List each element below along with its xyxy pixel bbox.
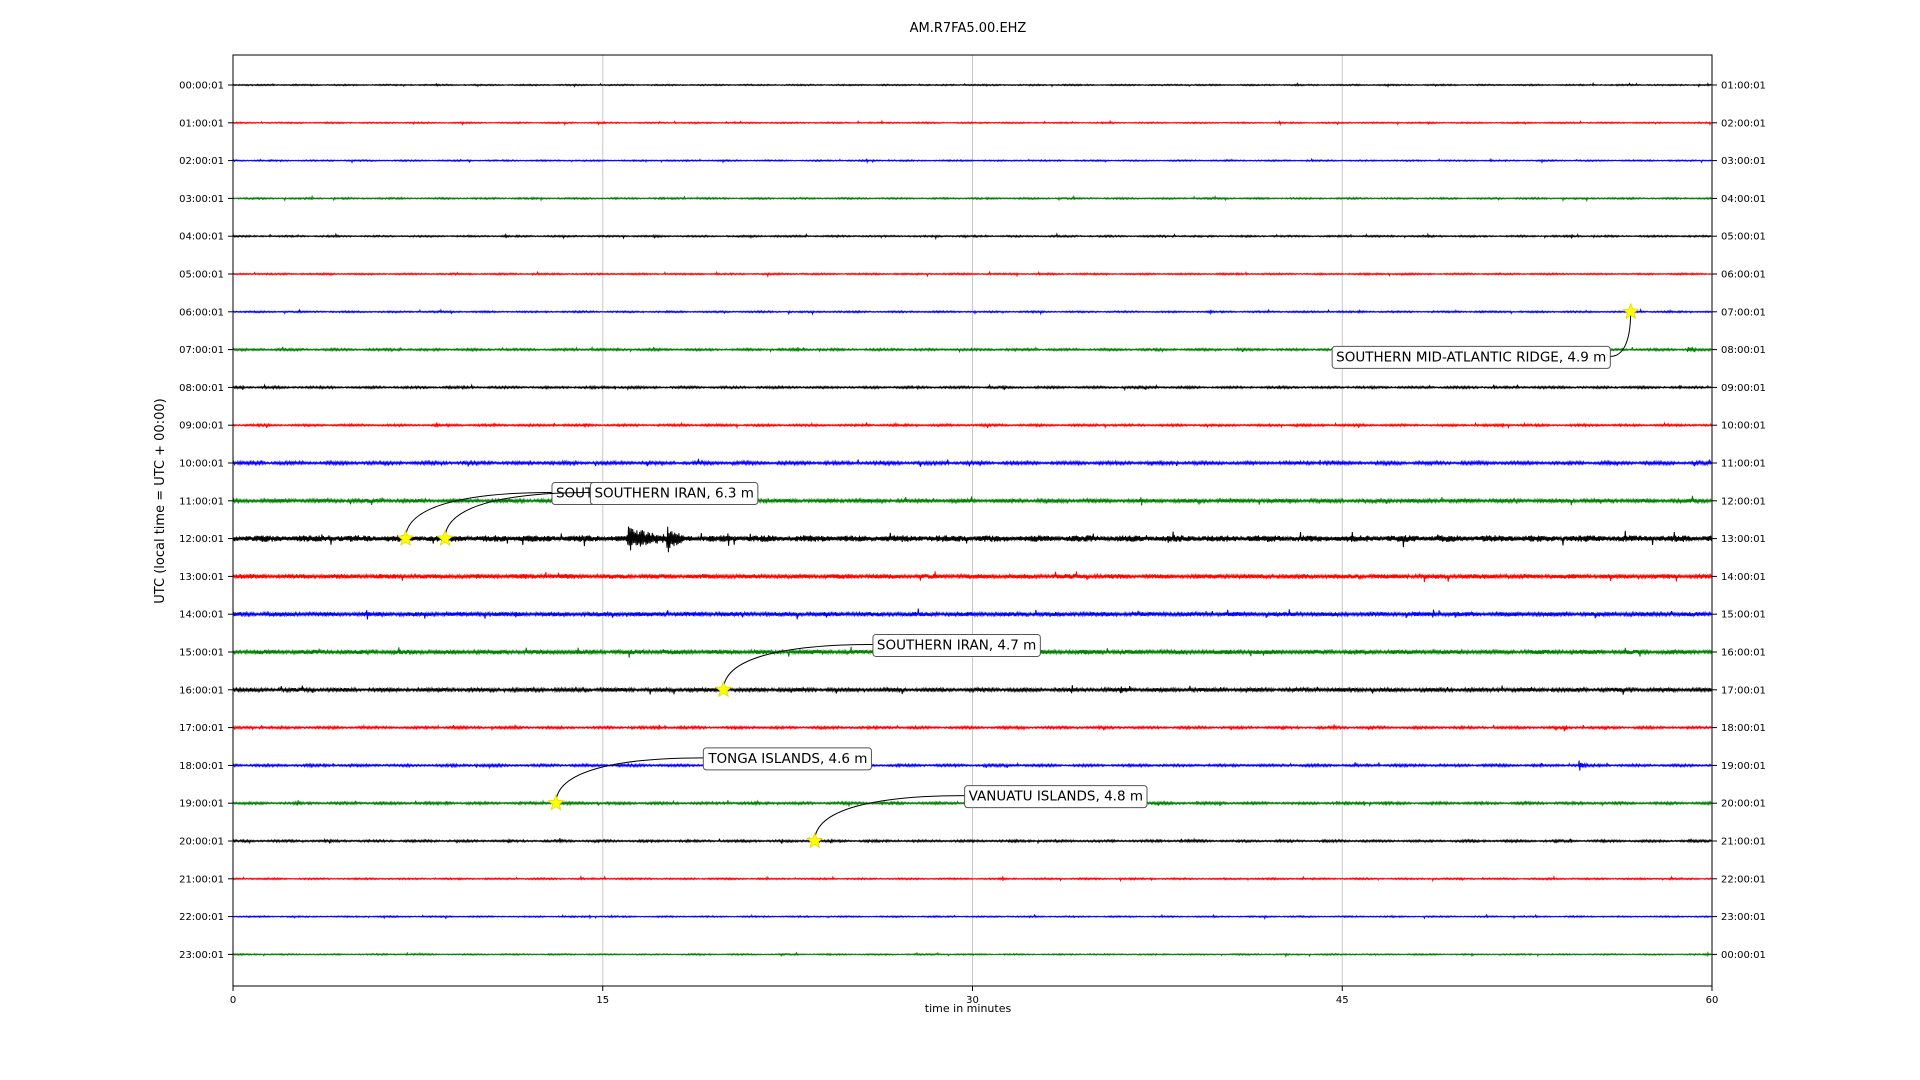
left-time-label: 06:00:01 (179, 307, 224, 318)
left-time-label: 07:00:01 (179, 345, 224, 356)
x-tick-label-45: 45 (1336, 995, 1349, 1006)
left-time-label: 14:00:01 (179, 610, 224, 621)
x-tick-label-0: 0 (230, 995, 236, 1006)
right-time-label: 08:00:01 (1721, 345, 1766, 356)
left-time-label: 08:00:01 (179, 383, 224, 394)
right-time-label: 17:00:01 (1721, 685, 1766, 696)
right-time-label: 13:00:01 (1721, 534, 1766, 545)
left-time-label: 23:00:01 (179, 950, 224, 961)
right-time-label: 14:00:01 (1721, 572, 1766, 583)
left-time-label: 18:00:01 (179, 761, 224, 772)
left-time-label: 19:00:01 (179, 799, 224, 810)
right-time-label: 15:00:01 (1721, 610, 1766, 621)
left-time-label: 20:00:01 (179, 837, 224, 848)
y-axis-label: UTC (local time = UTC + 00:00) (153, 398, 168, 603)
right-time-label: 22:00:01 (1721, 874, 1766, 885)
event-star-marker (547, 794, 565, 811)
event-label: VANUATU ISLANDS, 4.8 m (969, 789, 1143, 805)
right-time-label: 05:00:01 (1721, 232, 1766, 243)
right-time-label: 16:00:01 (1721, 648, 1766, 659)
helicorder-plot: AM.R7FA5.00.EHZ 00:00:01 01:00:01 02:00:01… (153, 21, 1766, 1015)
right-time-label: 04:00:01 (1721, 194, 1766, 205)
event-star-marker (806, 831, 824, 849)
event-star-marker (714, 680, 733, 698)
right-time-label: 11:00:01 (1721, 459, 1766, 470)
right-time-label: 07:00:01 (1721, 307, 1766, 318)
left-time-label: 11:00:01 (179, 496, 224, 507)
right-time-label: 01:00:01 (1721, 81, 1766, 92)
event-star-marker (436, 529, 454, 547)
event-annotation: VANUATU ISLANDS, 4.8 m (806, 785, 1148, 849)
right-time-label: 09:00:01 (1721, 383, 1766, 394)
right-time-label: 19:00:01 (1721, 761, 1766, 772)
right-time-label: 10:00:01 (1721, 421, 1766, 432)
left-time-label: 04:00:01 (179, 232, 224, 243)
left-time-label: 00:00:01 (179, 81, 224, 92)
right-time-label: 02:00:01 (1721, 118, 1766, 129)
left-time-label: 09:00:01 (179, 421, 224, 432)
event-star-marker (396, 529, 415, 547)
event-annotation: SOUTHERN MID-ATLANTIC RIDGE, 4.9 m (1331, 302, 1640, 369)
left-time-label: 12:00:01 (179, 534, 224, 545)
left-time-label: 15:00:01 (179, 648, 224, 659)
chart-title: AM.R7FA5.00.EHZ (910, 21, 1027, 36)
left-time-label: 13:00:01 (179, 572, 224, 583)
x-tick-label-60: 60 (1706, 995, 1719, 1006)
right-time-label: 20:00:01 (1721, 799, 1766, 810)
right-time-label: 23:00:01 (1721, 912, 1766, 923)
left-time-label: 16:00:01 (179, 685, 224, 696)
left-time-label: 02:00:01 (179, 156, 224, 167)
event-label: TONGA ISLANDS, 4.6 m (707, 751, 867, 767)
x-tick-label-15: 15 (596, 995, 609, 1006)
event-label: SOUTHERN IRAN, 4.7 m (877, 637, 1036, 653)
left-time-label: 17:00:01 (179, 723, 224, 734)
left-time-label: 03:00:01 (179, 194, 224, 205)
left-time-labels: 00:00:01 01:00:01 02:00:01 03:00:01 04:00:01… (179, 81, 233, 961)
right-time-label: 18:00:01 (1721, 723, 1766, 734)
left-time-label: 10:00:01 (179, 459, 224, 470)
event-annotation: SOUTHERN IRAN, 4.7 m (714, 633, 1041, 698)
event-annotation: TONGA ISLANDS, 4.6 m (547, 747, 872, 811)
event-label: SOUTHERN IRAN, 6.3 m (594, 485, 753, 501)
right-time-label: 21:00:01 (1721, 837, 1766, 848)
right-time-label: 06:00:01 (1721, 270, 1766, 281)
left-time-label: 05:00:01 (179, 270, 224, 281)
event-label: SOUTHERN MID-ATLANTIC RIDGE, 4.9 m (1336, 349, 1606, 365)
right-time-label: 12:00:01 (1721, 496, 1766, 507)
right-time-labels: 01:00:01 02:00:01 03:00:01 04:00:01 05:00:01… (1712, 81, 1766, 961)
left-time-label: 21:00:01 (179, 874, 224, 885)
x-axis-label: time in minutes (925, 1002, 1012, 1015)
left-time-label: 22:00:01 (179, 912, 224, 923)
right-time-label: 03:00:01 (1721, 156, 1766, 167)
grid-lines (602, 55, 1343, 986)
left-time-label: 01:00:01 (179, 118, 224, 129)
right-time-label: 00:00:01 (1721, 950, 1766, 961)
